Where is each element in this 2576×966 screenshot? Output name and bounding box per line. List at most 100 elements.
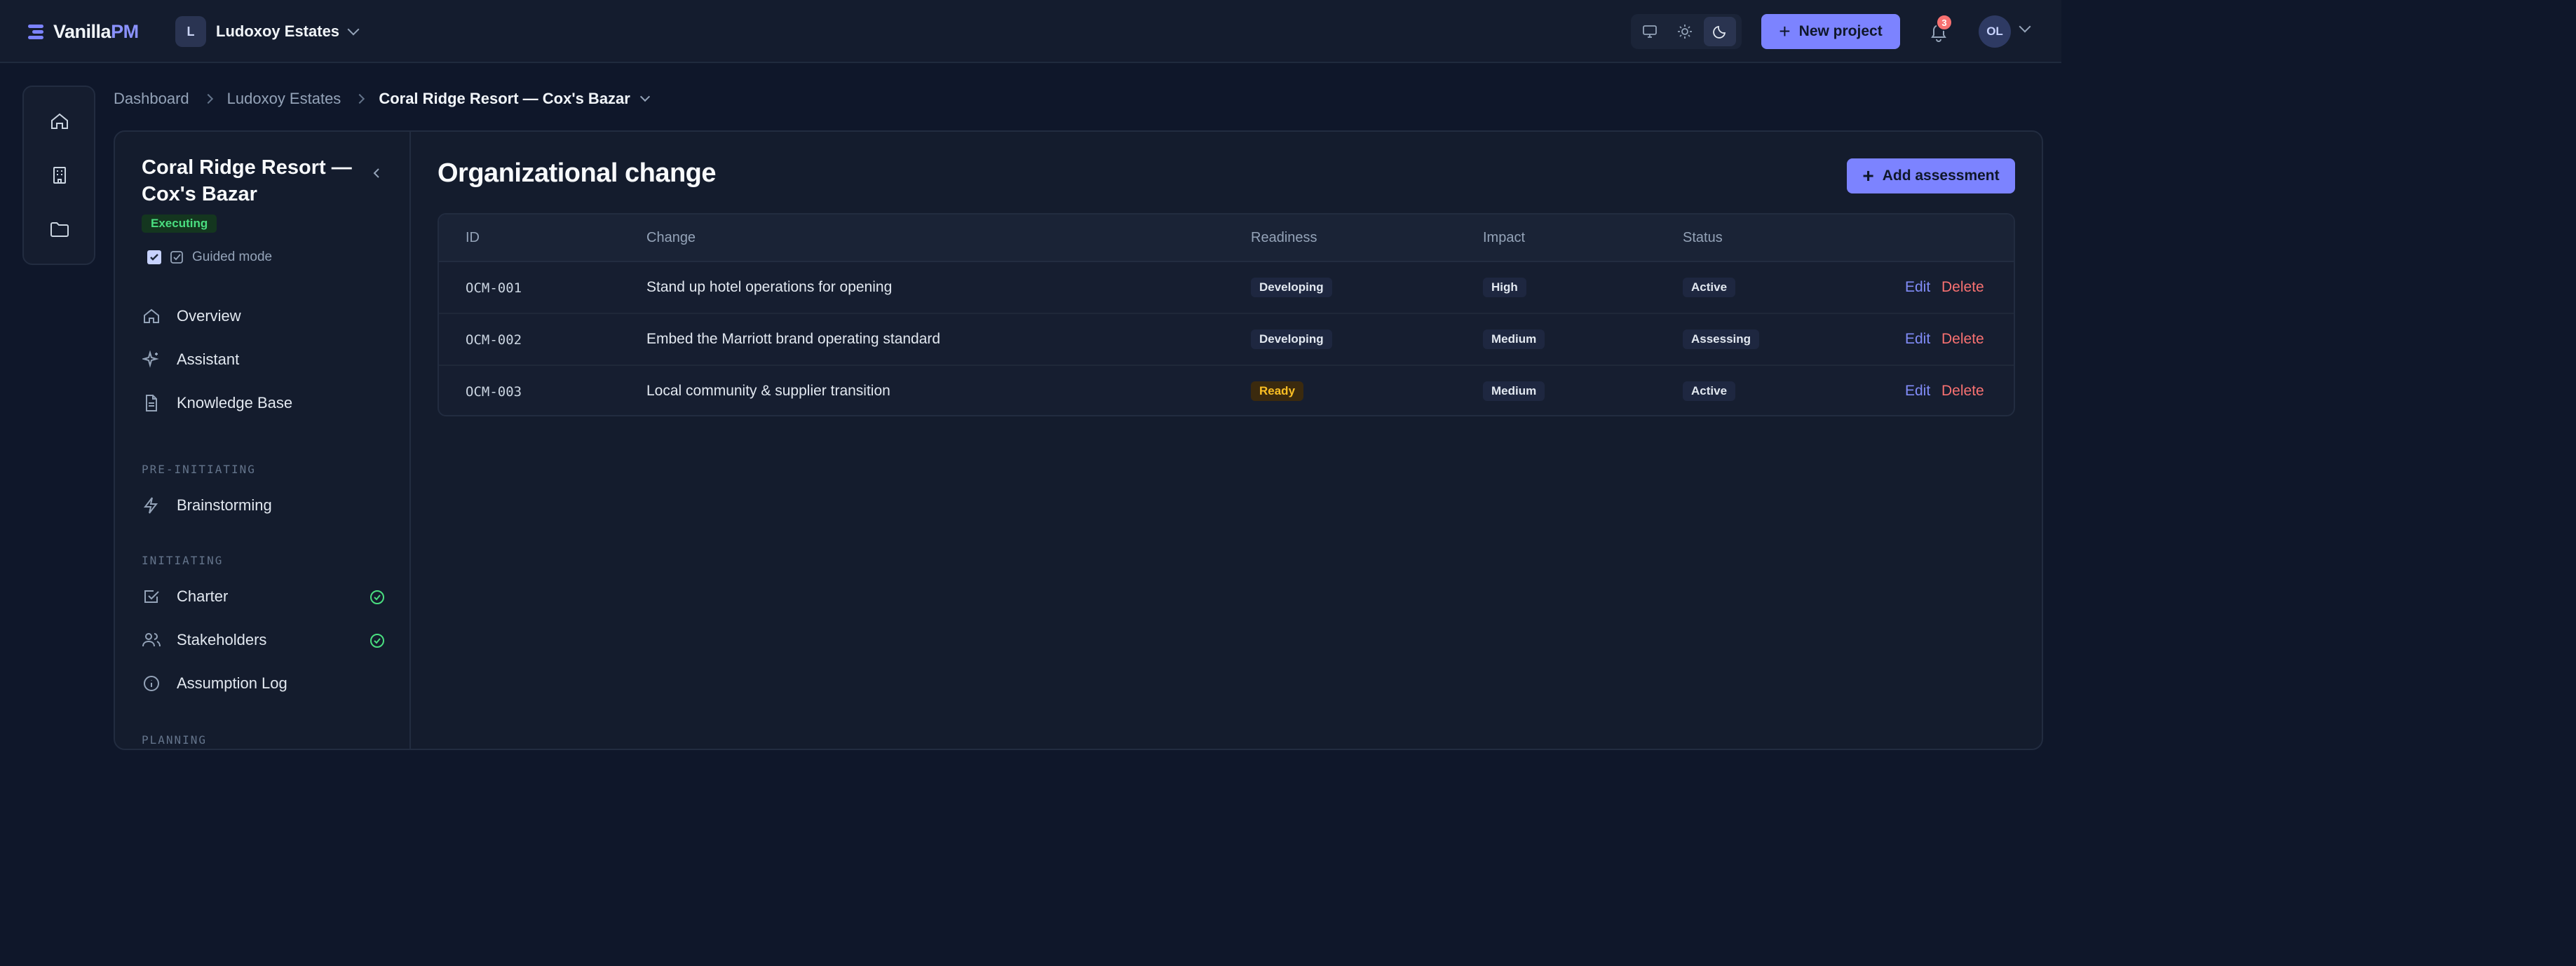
new-project-label: New project — [1798, 23, 1883, 39]
chevron-right-icon — [355, 93, 365, 104]
chevron-down-icon — [639, 91, 650, 102]
nav-charter-label: Charter — [177, 587, 229, 605]
monitor-icon[interactable] — [1634, 17, 1666, 46]
nav-charter[interactable]: Charter — [142, 580, 387, 613]
rail-building-icon[interactable] — [42, 158, 77, 193]
delete-link[interactable]: Delete — [1941, 331, 1984, 348]
readiness-badge: Ready — [1251, 381, 1304, 401]
column-header-status: Status — [1683, 230, 1723, 245]
sun-icon[interactable] — [1669, 17, 1701, 46]
rail-home-icon[interactable] — [42, 104, 77, 139]
breadcrumb-current-project[interactable]: Coral Ridge Resort — Cox's Bazar — [379, 90, 650, 108]
row-change: Embed the Marriott brand operating stand… — [646, 331, 941, 347]
breadcrumb-org[interactable]: Ludoxoy Estates — [227, 90, 341, 108]
edit-link[interactable]: Edit — [1905, 383, 1930, 400]
table-row: OCM-001 Stand up hotel operations for op… — [439, 262, 2014, 314]
project-title: Coral Ridge Resort — Cox's Bazar — [142, 156, 352, 205]
project-sidebar: Coral Ridge Resort — Cox's Bazar Executi… — [115, 132, 411, 749]
column-header-change: Change — [646, 230, 696, 245]
status-badge: Assessing — [1683, 329, 1760, 349]
nav-stakeholders-label: Stakeholders — [177, 631, 267, 648]
nav-assistant[interactable]: Assistant — [142, 343, 387, 376]
nav-assumption-log-label: Assumption Log — [177, 674, 287, 692]
column-header-readiness: Readiness — [1251, 230, 1317, 245]
moon-icon[interactable] — [1704, 17, 1736, 46]
readiness-badge: Developing — [1251, 278, 1332, 297]
nav-brainstorming[interactable]: Brainstorming — [142, 489, 387, 522]
guided-mode-toggle[interactable]: Guided mode — [147, 250, 272, 265]
breadcrumb-dashboard[interactable]: Dashboard — [114, 90, 189, 108]
section-label-planning: PLANNING — [142, 733, 208, 747]
edit-link[interactable]: Edit — [1905, 279, 1930, 296]
delete-link[interactable]: Delete — [1941, 383, 1984, 400]
table-header: ID Change Readiness Impact Status — [439, 215, 2014, 262]
plus-icon: + — [1862, 165, 1874, 186]
status-badge: Active — [1683, 278, 1736, 297]
section-label-pre-initiating: PRE-INITIATING — [142, 463, 256, 476]
checkbox-icon — [142, 587, 161, 606]
theme-toggle-group — [1631, 14, 1742, 49]
app-rail — [22, 86, 95, 265]
info-icon — [142, 674, 161, 693]
chevron-right-icon — [203, 93, 213, 104]
nav-overview[interactable]: Overview — [142, 300, 387, 332]
org-switcher[interactable]: L Ludoxoy Estates — [175, 15, 360, 48]
status-badge: Active — [1683, 381, 1736, 401]
logo-text-main: Vanilla — [53, 20, 111, 42]
org-name: Ludoxoy Estates — [216, 22, 340, 40]
page-title: Organizational change — [438, 158, 717, 188]
app-logo[interactable]: VanillaPM — [28, 20, 139, 43]
phase-badge: Executing — [142, 215, 217, 233]
edit-link[interactable]: Edit — [1905, 331, 1930, 348]
checklist-icon — [170, 251, 183, 264]
users-icon — [142, 630, 161, 650]
top-bar: VanillaPM L Ludoxoy Estates + New projec… — [0, 0, 2061, 63]
nav-assistant-label: Assistant — [177, 351, 240, 368]
impact-badge: Medium — [1483, 329, 1545, 349]
rail-folder-icon[interactable] — [42, 212, 77, 247]
logo-mark-icon — [28, 23, 46, 40]
project-panel: Coral Ridge Resort — Cox's Bazar Executi… — [114, 130, 2043, 750]
nav-assumption-log[interactable]: Assumption Log — [142, 667, 387, 700]
document-icon — [142, 393, 161, 413]
impact-badge: Medium — [1483, 381, 1545, 401]
row-change: Stand up hotel operations for opening — [646, 279, 893, 295]
delete-link[interactable]: Delete — [1941, 279, 1984, 296]
change-table: ID Change Readiness Impact Status OCM-00… — [438, 213, 2015, 416]
check-circle-icon — [369, 589, 386, 606]
nav-overview-label: Overview — [177, 307, 241, 325]
breadcrumb: Dashboard Ludoxoy Estates Coral Ridge Re… — [114, 87, 650, 111]
breadcrumb-current-label: Coral Ridge Resort — Cox's Bazar — [379, 90, 630, 107]
sparkles-icon — [142, 350, 161, 369]
column-header-id: ID — [466, 230, 480, 245]
row-id: OCM-002 — [466, 332, 522, 348]
table-row: OCM-003 Local community & supplier trans… — [439, 366, 2014, 415]
column-header-impact: Impact — [1483, 230, 1526, 245]
home-icon — [142, 306, 161, 326]
collapse-sidebar-icon[interactable] — [366, 163, 387, 184]
add-assessment-label: Add assessment — [1882, 168, 2000, 184]
lightning-icon — [142, 496, 161, 515]
plus-icon: + — [1779, 20, 1791, 42]
user-avatar[interactable]: OL — [1979, 15, 2011, 48]
readiness-badge: Developing — [1251, 329, 1332, 349]
nav-stakeholders[interactable]: Stakeholders — [142, 624, 387, 656]
nav-knowledge-base[interactable]: Knowledge Base — [142, 387, 387, 419]
table-row: OCM-002 Embed the Marriott brand operati… — [439, 314, 2014, 366]
guided-mode-label: Guided mode — [192, 250, 273, 264]
logo-text-accent: PM — [111, 20, 139, 42]
impact-badge: High — [1483, 278, 1526, 297]
new-project-button[interactable]: + New project — [1761, 14, 1900, 49]
guided-mode-checkbox[interactable] — [147, 250, 161, 264]
nav-brainstorming-label: Brainstorming — [177, 496, 272, 514]
row-id: OCM-001 — [466, 280, 522, 296]
check-circle-icon — [369, 632, 386, 649]
notification-count-badge: 3 — [1936, 14, 1953, 31]
row-change: Local community & supplier transition — [646, 383, 890, 399]
user-menu-chevron-icon[interactable] — [2019, 20, 2031, 33]
add-assessment-button[interactable]: + Add assessment — [1847, 158, 2015, 193]
nav-knowledge-base-label: Knowledge Base — [177, 394, 293, 411]
section-label-initiating: INITIATING — [142, 554, 224, 567]
org-badge: L — [175, 16, 206, 47]
row-id: OCM-003 — [466, 384, 522, 400]
